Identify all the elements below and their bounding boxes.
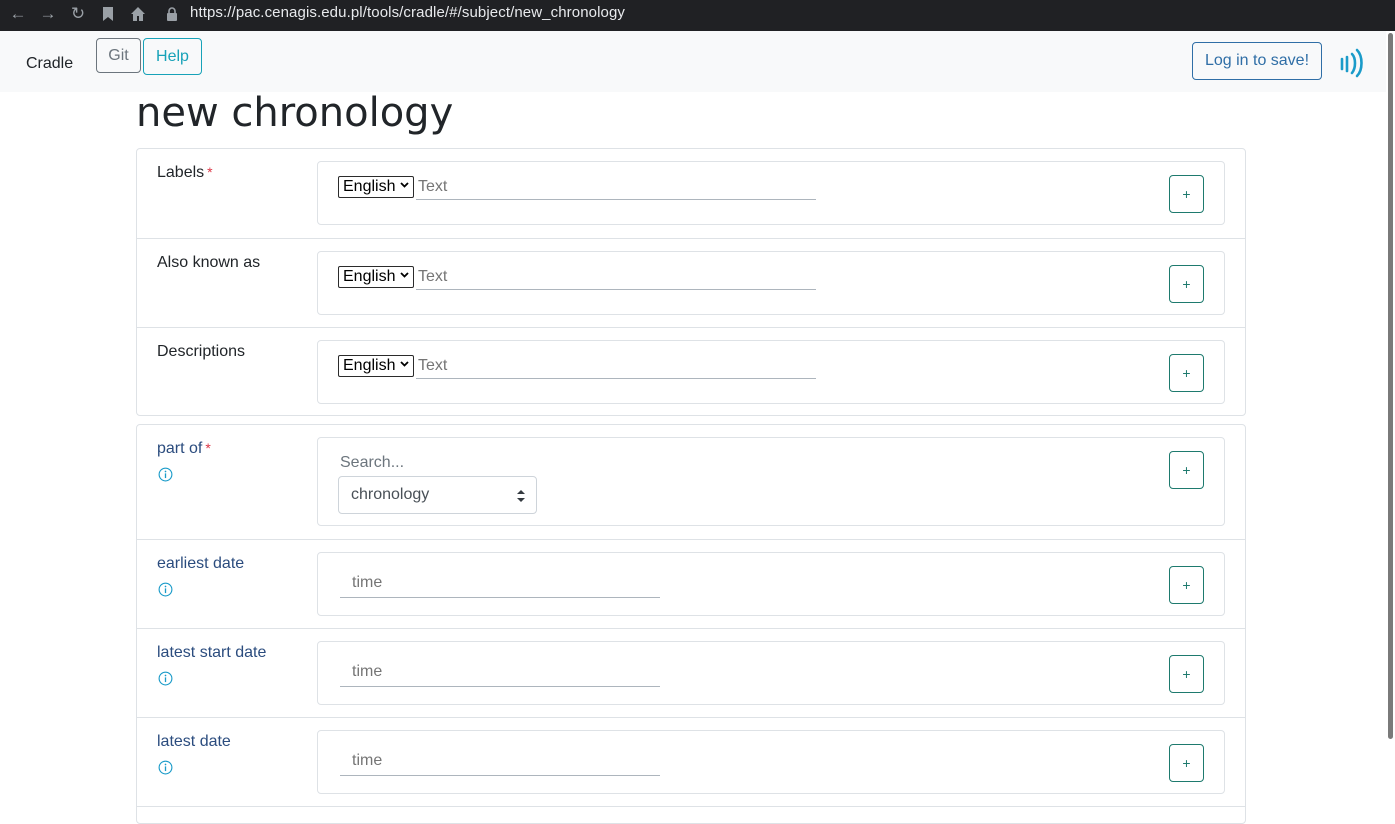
help-button[interactable]: Help [143,38,202,75]
latest-date-entry: + [317,730,1225,794]
login-button[interactable]: Log in to save! [1192,42,1322,80]
earliest-date-entry: + [317,552,1225,616]
alias-text-input[interactable] [416,264,816,290]
earliest-date-input[interactable] [340,568,660,598]
earliest-date-label[interactable]: earliest date [157,555,244,573]
chevron-down-icon [400,361,409,367]
also-known-as-entry: English + [317,251,1225,315]
scrollbar-thumb[interactable] [1388,33,1393,739]
add-latest-date-button[interactable]: + [1169,744,1204,782]
descriptions-entry: English + [317,340,1225,404]
add-part-of-button[interactable]: + [1169,451,1204,489]
reload-icon[interactable]: ↻ [68,4,88,24]
git-button[interactable]: Git [96,38,141,73]
labels-label: Labels * [157,164,213,181]
part-of-select[interactable]: chronology [338,476,537,514]
language-select[interactable]: English [338,355,414,377]
url-text: https://pac.cenagis.edu.pl/tools/cradle/… [190,4,625,21]
brand-link[interactable]: Cradle [26,55,73,73]
part-of-row: part of * Search... chronology + [137,425,1245,539]
latest-date-label[interactable]: latest date [157,733,231,751]
sort-arrows-icon [517,490,525,502]
latest-start-date-entry: + [317,641,1225,705]
earliest-date-row: earliest date + [137,539,1245,628]
descriptions-label: Descriptions [157,343,246,360]
part-of-entry: Search... chronology + [317,437,1225,526]
address-bar[interactable]: https://pac.cenagis.edu.pl/tools/cradle/… [184,2,1395,24]
description-text-input[interactable] [416,353,816,379]
latest-date-row: latest date + [137,717,1245,806]
latest-start-date-input[interactable] [340,657,660,687]
labels-entry: English + [317,161,1225,225]
latest-start-date-label[interactable]: latest start date [157,644,266,662]
properties-card: part of * Search... chronology + earliest… [136,424,1246,824]
app-navbar: Cradle Git Help Log in to save! [0,31,1395,92]
info-icon[interactable] [158,671,173,686]
add-earliest-date-button[interactable]: + [1169,566,1204,604]
back-arrow-icon[interactable]: ← [8,4,28,24]
required-marker: * [207,164,213,180]
part-of-label[interactable]: part of * [157,440,211,458]
also-known-as-label: Also known as [157,254,261,271]
add-label-button[interactable]: + [1169,175,1204,213]
cenagis-logo-icon [1340,48,1363,78]
labels-row: Labels* English + [137,149,1245,238]
search-placeholder[interactable]: Search... [340,454,404,472]
info-icon[interactable] [158,760,173,775]
required-marker: * [205,440,211,456]
add-alias-button[interactable]: + [1169,265,1204,303]
forward-arrow-icon[interactable]: → [38,4,58,24]
chevron-down-icon [400,272,409,278]
page-title: new chronology [136,90,454,136]
info-icon[interactable] [158,467,173,482]
lock-icon [162,4,182,24]
add-description-button[interactable]: + [1169,354,1204,392]
browser-toolbar: ← → ↻ https://pac.cenagis.edu.pl/tools/c… [0,0,1395,28]
info-icon[interactable] [158,582,173,597]
multilingual-fields-card: Labels* English + Also known as English … [136,148,1246,416]
label-text-input[interactable] [416,174,816,200]
descriptions-row: Descriptions English + [137,327,1245,415]
chevron-down-icon [400,182,409,188]
home-icon[interactable] [128,4,148,24]
language-select[interactable]: English [338,266,414,288]
latest-date-input[interactable] [340,746,660,776]
language-select[interactable]: English [338,176,414,198]
latest-start-date-row: latest start date + [137,628,1245,717]
bookmark-icon[interactable] [98,4,118,24]
add-latest-start-date-button[interactable]: + [1169,655,1204,693]
also-known-as-row: Also known as English + [137,238,1245,327]
